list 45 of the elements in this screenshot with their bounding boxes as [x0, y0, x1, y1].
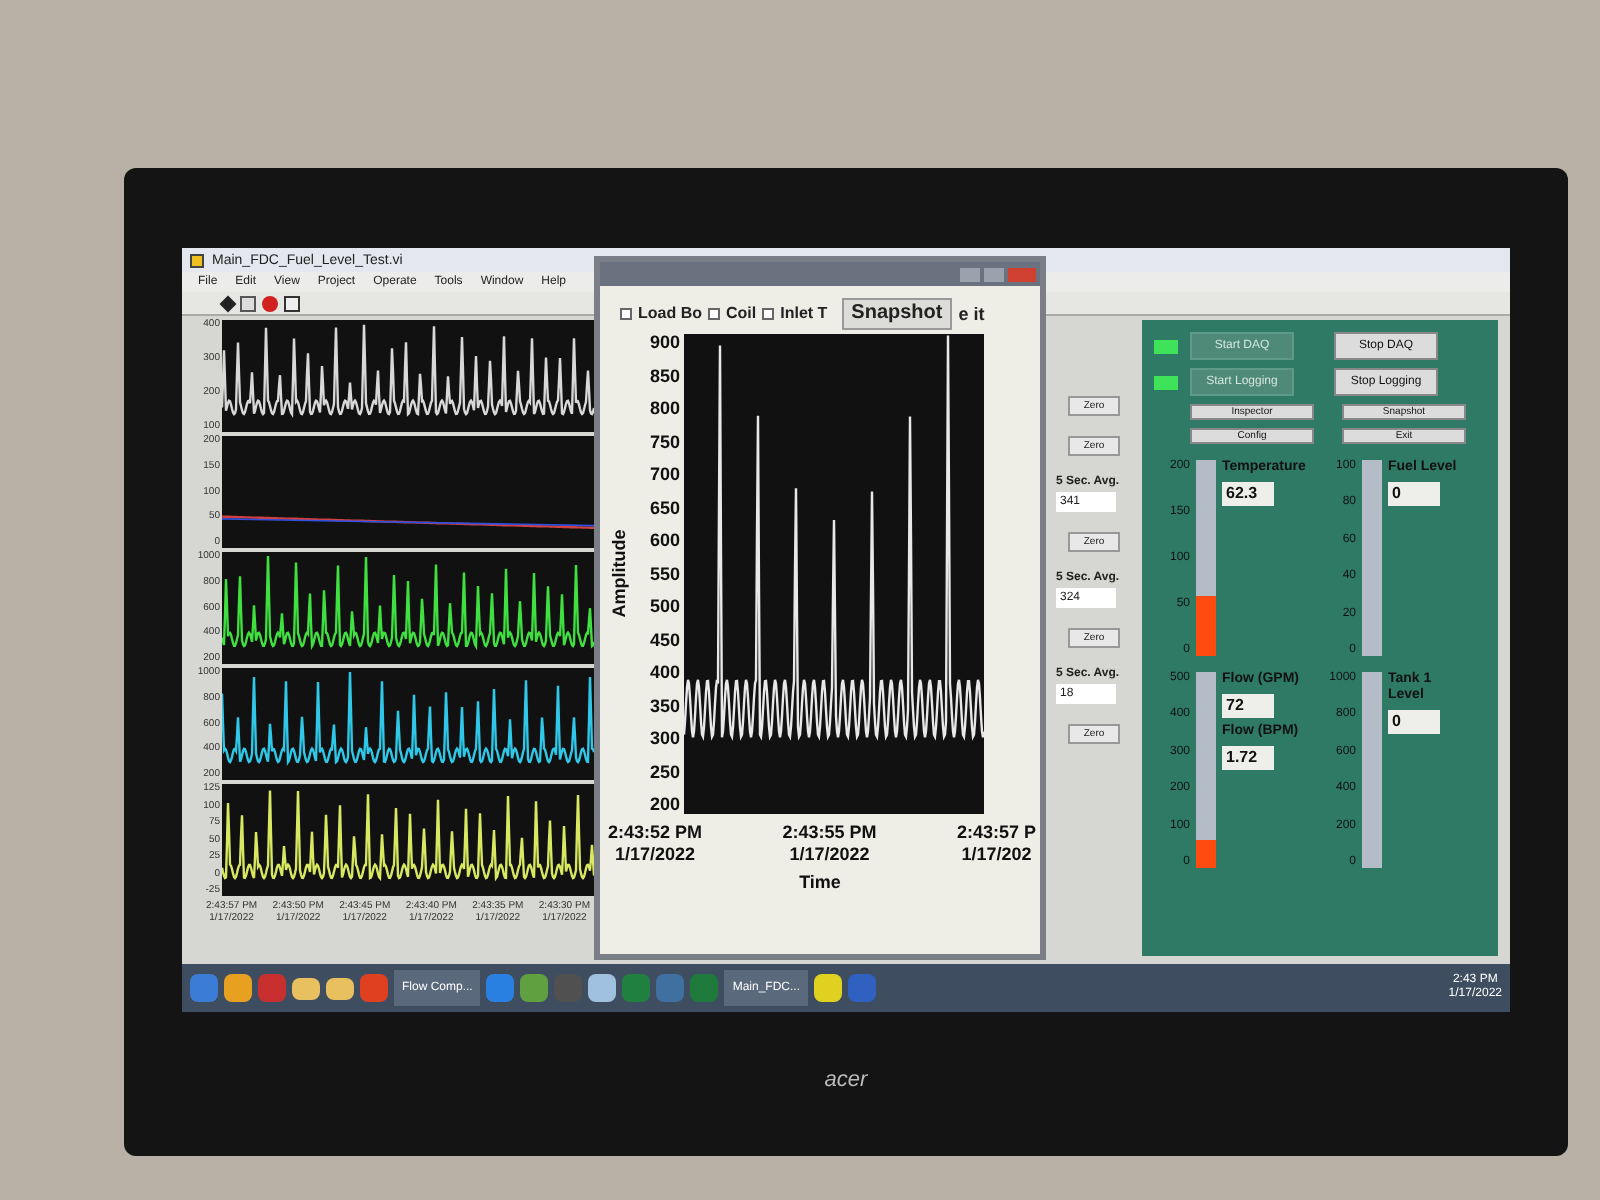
axis-title: Amplitude — [606, 530, 631, 618]
axis-tick-label: 300 — [649, 730, 680, 748]
app-icon[interactable] — [588, 974, 617, 1002]
readout-value: 1.72 — [1222, 746, 1274, 770]
axis-tick-label: 250 — [649, 763, 680, 781]
app-icon — [190, 253, 204, 267]
legend-checkbox[interactable] — [620, 308, 632, 320]
legend-checkbox[interactable] — [708, 308, 720, 320]
legend-checkbox[interactable] — [762, 308, 775, 320]
abort-icon[interactable] — [262, 295, 278, 311]
folder-icon[interactable] — [326, 977, 354, 999]
axis-tick-label: 550 — [649, 565, 680, 583]
axis-tick-label: 750 — [649, 433, 680, 451]
axis-date-label: 1/17/202 — [961, 844, 1032, 866]
app-icon[interactable] — [814, 974, 843, 1002]
axis-time-label: 2:43:57 P — [956, 822, 1036, 844]
axis-tick-label: 200 — [649, 796, 680, 814]
axis-date-label: 1/17/2022 — [789, 844, 870, 866]
folder-icon[interactable] — [292, 977, 320, 999]
legend-label: Inlet T — [780, 306, 828, 322]
cut-off-text: e it — [958, 305, 985, 323]
axis-tick-label: 400 — [649, 664, 680, 682]
readout-value: 0 — [1388, 710, 1440, 734]
axis-tick-label: 900 — [649, 334, 680, 352]
app-icon[interactable] — [520, 974, 549, 1002]
axis-tick-label: 850 — [649, 367, 680, 385]
legend-label: Load Bo — [638, 306, 702, 322]
readout-value: 72 — [1222, 694, 1274, 718]
axis-tick-label: 450 — [649, 631, 680, 649]
readout-value: 62.3 — [1222, 482, 1274, 506]
axis-tick-label: 800 — [649, 400, 680, 418]
axis-tick-label: 600 — [649, 532, 680, 550]
brand-logo: acer — [824, 1066, 868, 1096]
axis-tick-label: 650 — [649, 499, 680, 517]
snapshot-button[interactable]: Snapshot — [841, 298, 953, 330]
readout-value: 0 — [1388, 482, 1440, 506]
axis-tick-label: 350 — [649, 697, 680, 715]
axis-time-label: 2:43:55 PM — [782, 822, 877, 844]
legend-label: Coil — [726, 306, 757, 322]
axis-tick-label: 700 — [649, 466, 680, 484]
axis-time-label: 2:43:52 PM — [608, 822, 703, 844]
axis-date-label: 1/17/2022 — [614, 844, 696, 866]
axis-title: Time — [799, 870, 841, 896]
app-icon[interactable] — [224, 974, 252, 1002]
axis-tick-label: 500 — [649, 598, 680, 616]
